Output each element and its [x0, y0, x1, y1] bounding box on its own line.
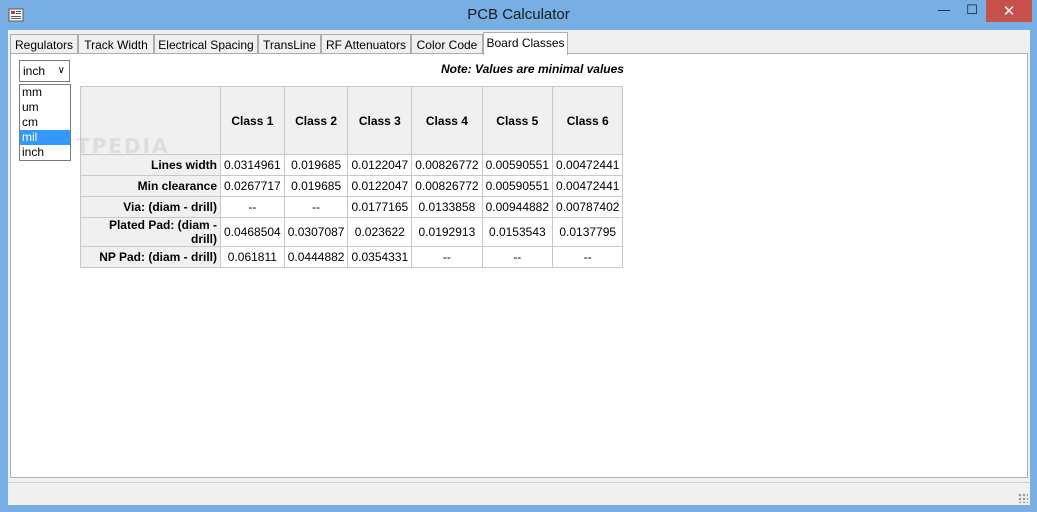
units-option-um[interactable]: um: [20, 100, 70, 115]
units-option-mm[interactable]: mm: [20, 85, 70, 100]
row-header: NP Pad: (diam - drill): [80, 246, 221, 268]
tab-regulators[interactable]: Regulators: [10, 34, 78, 54]
tab-color-code[interactable]: Color Code: [411, 34, 483, 54]
table-row: Min clearance 0.0267717 0.019685 0.01220…: [80, 175, 624, 197]
units-option-cm[interactable]: cm: [20, 115, 70, 130]
row-header: Plated Pad: (diam - drill): [80, 217, 221, 247]
table-cell[interactable]: 0.00472441: [552, 154, 624, 176]
tab-electrical-spacing[interactable]: Electrical Spacing: [154, 34, 258, 54]
table-cell[interactable]: 0.061811: [220, 246, 285, 268]
table-cell[interactable]: 0.019685: [283, 154, 349, 176]
row-header: Min clearance: [80, 175, 221, 197]
table-cell[interactable]: 0.023622: [347, 217, 413, 247]
table-cell[interactable]: 0.0192913: [411, 217, 483, 247]
column-header: Class 5: [481, 86, 554, 155]
app-window: PCB Calculator — ☐ ✕ Regulators Track Wi…: [0, 0, 1037, 512]
close-button[interactable]: ✕: [986, 0, 1032, 22]
table-cell[interactable]: 0.0307087: [283, 217, 349, 247]
tab-transline[interactable]: TransLine: [258, 34, 321, 54]
table-cell[interactable]: --: [481, 246, 554, 268]
table-cell[interactable]: 0.00472441: [552, 175, 624, 197]
tab-board-classes[interactable]: Board Classes: [483, 32, 568, 55]
table-cell[interactable]: --: [552, 246, 624, 268]
column-header: Class 2: [283, 86, 349, 155]
tab-track-width[interactable]: Track Width: [78, 34, 154, 54]
table-cell[interactable]: 0.00590551: [481, 154, 554, 176]
maximize-button[interactable]: ☐: [958, 0, 986, 22]
table-cell[interactable]: 0.0177165: [347, 196, 413, 218]
status-bar: [8, 482, 1030, 505]
title-bar[interactable]: PCB Calculator — ☐ ✕: [0, 0, 1037, 30]
units-dropdown-list: mm um cm mil inch: [19, 84, 71, 161]
window-title: PCB Calculator: [467, 6, 570, 23]
table-cell[interactable]: 0.0133858: [411, 196, 483, 218]
units-option-inch[interactable]: inch: [20, 145, 70, 160]
client-area: Regulators Track Width Electrical Spacin…: [8, 30, 1030, 505]
column-header: Class 3: [347, 86, 413, 155]
table-cell[interactable]: 0.0314961: [220, 154, 285, 176]
table-cell[interactable]: 0.0122047: [347, 154, 413, 176]
board-classes-table: Class 1 Class 2 Class 3 Class 4 Class 5 …: [80, 86, 624, 268]
table-row: NP Pad: (diam - drill) 0.061811 0.044488…: [80, 246, 624, 268]
table-cell[interactable]: 0.00787402: [552, 196, 624, 218]
table-cell[interactable]: 0.00826772: [411, 175, 483, 197]
board-classes-panel: inch ∨ mm um cm mil inch SOFTPEDIA Note:…: [10, 53, 1028, 478]
table-cell[interactable]: 0.0354331: [347, 246, 413, 268]
table-row: Plated Pad: (diam - drill) 0.0468504 0.0…: [80, 217, 624, 247]
table-cell[interactable]: 0.0153543: [481, 217, 554, 247]
table-cell[interactable]: --: [283, 196, 349, 218]
column-header: Class 6: [552, 86, 624, 155]
table-cell[interactable]: 0.0267717: [220, 175, 285, 197]
table-cell[interactable]: 0.00826772: [411, 154, 483, 176]
tab-rf-attenuators[interactable]: RF Attenuators: [321, 34, 411, 54]
column-header: Class 4: [411, 86, 483, 155]
table-cell[interactable]: 0.0468504: [220, 217, 285, 247]
table-cell[interactable]: 0.00590551: [481, 175, 554, 197]
minimal-values-note: Note: Values are minimal values: [441, 62, 624, 76]
table-cell[interactable]: 0.0444882: [283, 246, 349, 268]
row-header: Via: (diam - drill): [80, 196, 221, 218]
table-cell[interactable]: --: [220, 196, 285, 218]
column-header: Class 1: [220, 86, 285, 155]
units-option-mil[interactable]: mil: [20, 130, 70, 145]
table-row: Via: (diam - drill) -- -- 0.0177165 0.01…: [80, 196, 624, 218]
table-cell[interactable]: 0.019685: [283, 175, 349, 197]
table-cell[interactable]: 0.00944882: [481, 196, 554, 218]
table-cell[interactable]: 0.0122047: [347, 175, 413, 197]
minimize-button[interactable]: —: [930, 0, 958, 22]
table-cell[interactable]: --: [411, 246, 483, 268]
table-cell[interactable]: 0.0137795: [552, 217, 624, 247]
resize-grip-icon[interactable]: [1018, 493, 1028, 503]
